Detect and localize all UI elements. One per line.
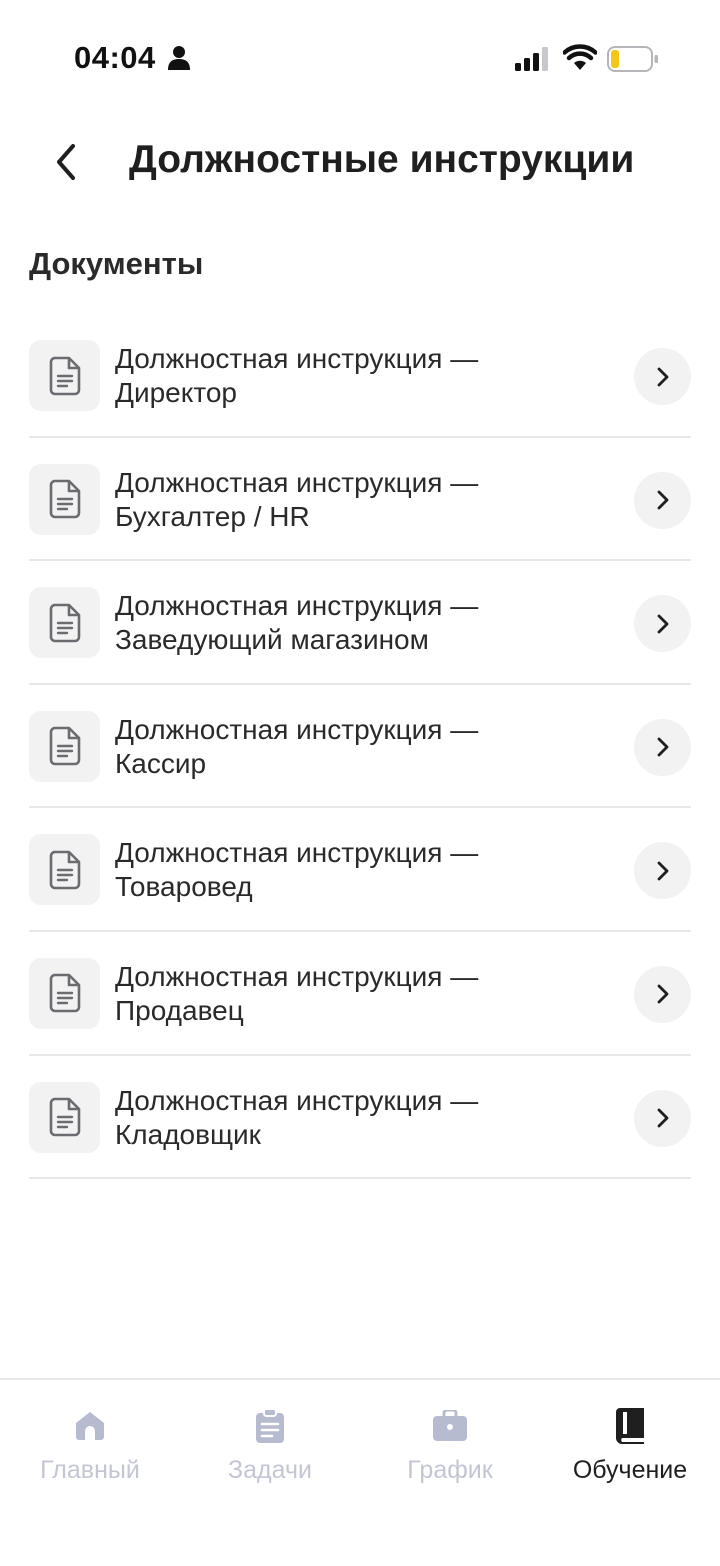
chevron-right-icon	[657, 861, 668, 881]
nav-item-learning[interactable]: Обучение	[540, 1408, 720, 1498]
document-title: Должностная инструкция — Продавец	[115, 960, 555, 1028]
nav-label: Обучение	[572, 1456, 688, 1484]
document-title-line1: Должностная инструкция —	[115, 837, 479, 869]
chevron-right-icon	[657, 1108, 668, 1128]
document-icon-box	[29, 463, 100, 535]
open-document-button[interactable]	[634, 718, 691, 776]
document-title-line1: Должностная инструкция —	[115, 1084, 479, 1116]
nav-label: Задачи	[228, 1456, 312, 1484]
chevron-right-icon	[657, 490, 668, 510]
document-icon	[49, 1097, 80, 1137]
chevron-right-icon	[657, 614, 668, 634]
document-list: Должностная инструкция — Директор Должно…	[29, 314, 691, 1180]
document-icon	[49, 479, 80, 519]
open-document-button[interactable]	[634, 348, 691, 405]
list-item[interactable]: Должностная инструкция — Продавец	[29, 932, 691, 1056]
section-title: Документы	[29, 246, 204, 281]
list-item[interactable]: Должностная инструкция — Кассир	[29, 685, 691, 809]
document-icon	[49, 974, 80, 1013]
home-icon	[72, 1408, 108, 1444]
document-title: Должностная инструкция — Заведующий мага…	[115, 589, 555, 657]
status-bar: 04:04	[0, 0, 720, 110]
nav-label: Главный	[40, 1456, 140, 1484]
nav-item-schedule[interactable]: График	[360, 1408, 540, 1498]
document-icon-box	[29, 957, 100, 1029]
back-button[interactable]	[40, 136, 92, 188]
document-title-line1: Должностная инструкция —	[115, 960, 479, 992]
document-icon-box	[29, 587, 100, 659]
chevron-right-icon	[657, 367, 668, 386]
briefcase-icon	[432, 1408, 468, 1444]
open-document-button[interactable]	[634, 965, 691, 1023]
document-icon-box	[29, 1081, 100, 1153]
document-title-line2: Кассир	[115, 747, 207, 779]
document-icon-box	[29, 834, 100, 906]
document-icon	[49, 356, 80, 395]
document-title-line2: Товаровед	[115, 871, 253, 903]
document-icon	[49, 726, 80, 766]
document-icon-box	[29, 710, 100, 782]
open-document-button[interactable]	[634, 1089, 691, 1147]
document-title: Должностная инструкция — Товаровед	[115, 836, 555, 904]
chevron-right-icon	[657, 737, 668, 757]
open-document-button[interactable]	[634, 471, 691, 529]
document-title-line1: Должностная инструкция —	[115, 713, 479, 745]
document-title-line2: Кладовщик	[115, 1118, 261, 1150]
battery-icon	[607, 46, 658, 72]
document-icon-box	[29, 340, 100, 411]
screen: 04:04 Должностные инструкции Документы Д…	[0, 0, 720, 1566]
chevron-right-icon	[657, 985, 668, 1004]
document-title-line2: Бухгалтер / HR	[115, 500, 310, 532]
person-icon	[168, 46, 190, 70]
bottom-nav: Главный Задачи График Обучение	[0, 1378, 720, 1566]
list-item[interactable]: Должностная инструкция — Директор	[29, 314, 691, 438]
clipboard-icon	[252, 1408, 288, 1444]
nav-item-home[interactable]: Главный	[0, 1408, 180, 1498]
status-time: 04:04	[74, 40, 156, 75]
signal-icon	[515, 47, 548, 71]
header: Должностные инструкции	[0, 120, 720, 204]
list-item[interactable]: Должностная инструкция — Товаровед	[29, 808, 691, 932]
nav-item-tasks[interactable]: Задачи	[180, 1408, 360, 1498]
list-item[interactable]: Должностная инструкция — Бухгалтер / HR	[29, 438, 691, 562]
nav-label: График	[407, 1456, 493, 1484]
open-document-button[interactable]	[634, 842, 691, 900]
document-title-line1: Должностная инструкция —	[115, 343, 479, 374]
document-title: Должностная инструкция — Бухгалтер / HR	[115, 466, 555, 534]
wifi-icon	[563, 44, 597, 70]
page-title: Должностные инструкции	[129, 138, 635, 181]
document-title-line2: Директор	[115, 377, 237, 408]
list-item[interactable]: Должностная инструкция — Кладовщик	[29, 1056, 691, 1180]
chevron-left-icon	[57, 144, 75, 180]
book-icon	[612, 1408, 648, 1444]
document-title: Должностная инструкция — Директор	[115, 342, 555, 410]
document-title-line1: Должностная инструкция —	[115, 466, 479, 498]
document-title: Должностная инструкция — Кладовщик	[115, 1084, 555, 1152]
document-title-line1: Должностная инструкция —	[115, 590, 479, 622]
document-title-line2: Продавец	[115, 994, 244, 1026]
document-icon	[49, 603, 80, 642]
document-title: Должностная инструкция — Кассир	[115, 713, 555, 781]
open-document-button[interactable]	[634, 595, 691, 653]
list-item[interactable]: Должностная инструкция — Заведующий мага…	[29, 561, 691, 685]
document-title-line2: Заведующий магазином	[115, 624, 429, 656]
document-icon	[49, 850, 80, 890]
